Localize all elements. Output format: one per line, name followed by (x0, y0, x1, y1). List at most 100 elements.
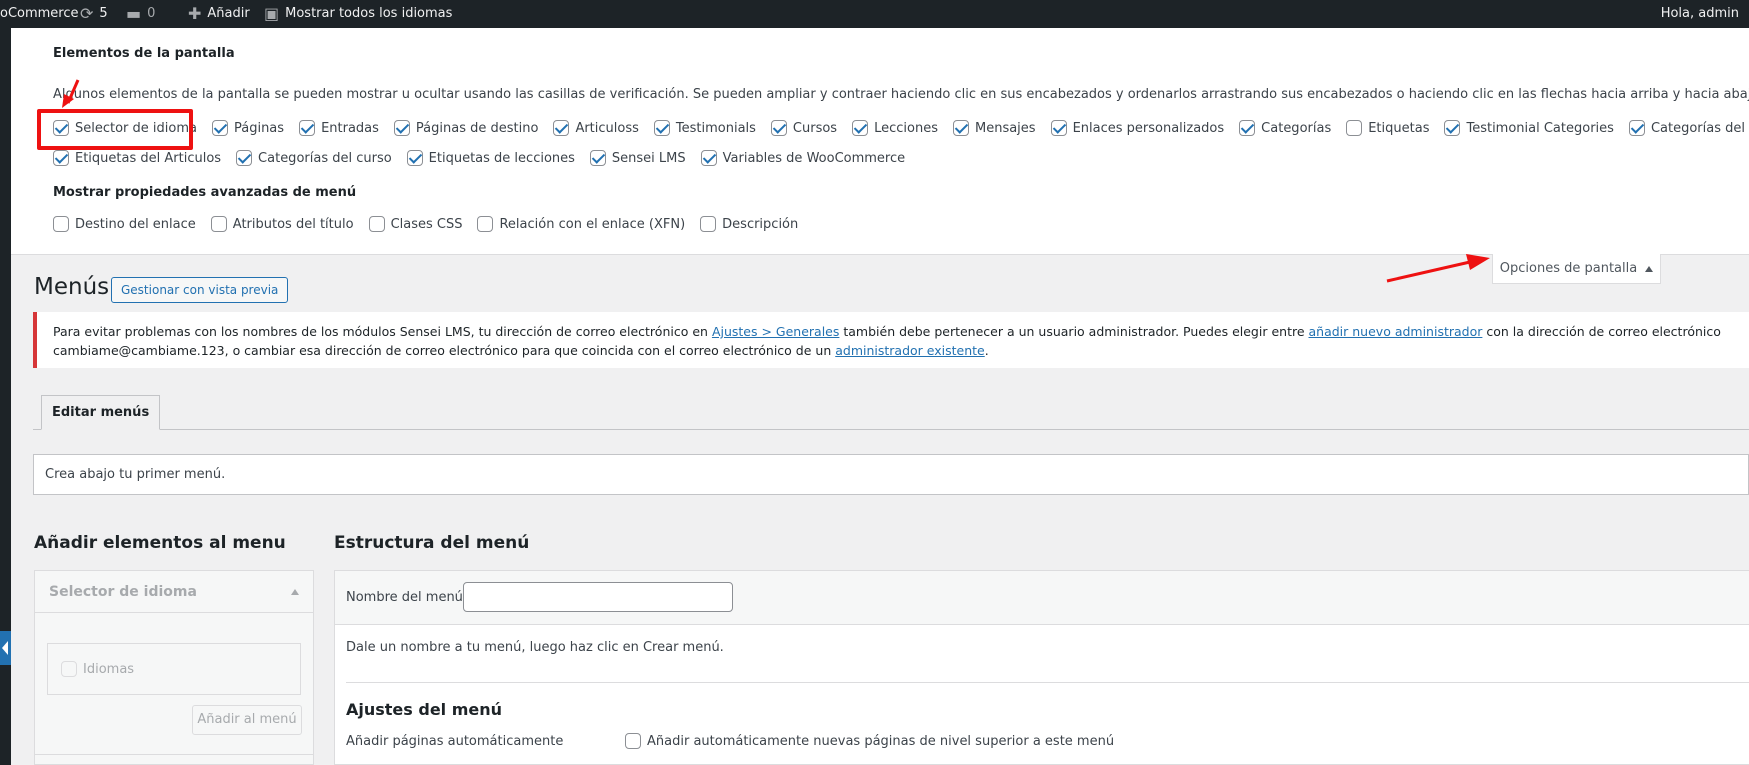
screen-option-etiquetas-del-articulos[interactable]: Etiquetas del Articulos (53, 150, 221, 166)
screen-option-clases-css[interactable]: Clases CSS (368, 216, 462, 232)
screen-option-selector-de-idioma[interactable]: Selector de idioma (53, 120, 197, 136)
manage-preview-button[interactable]: Gestionar con vista previa (111, 277, 289, 303)
menu-structure-panel: Nombre del menú Dale un nombre a tu menú… (334, 570, 1749, 765)
checkbox[interactable] (852, 120, 869, 136)
checkbox[interactable] (368, 216, 385, 232)
language-switcher-panel-header[interactable]: Selector de idioma (35, 571, 313, 613)
checkbox[interactable] (1050, 120, 1067, 136)
checkbox[interactable] (589, 150, 606, 166)
checkbox[interactable] (553, 120, 570, 136)
screen-elements-heading: Elementos de la pantalla (53, 46, 235, 61)
admin-bar-updates[interactable]: ⟳ 5 (80, 0, 108, 28)
checkbox-label: Selector de idioma (75, 120, 197, 136)
checkbox[interactable] (1628, 120, 1645, 136)
checkbox[interactable] (299, 120, 316, 136)
notice-text-3: con la dirección de correo electrónico (1482, 324, 1721, 339)
checkbox[interactable] (393, 120, 410, 136)
screen-option-testimonials[interactable]: Testimonials (653, 120, 756, 136)
screen-option-etiquetas-de-lecciones[interactable]: Etiquetas de lecciones (406, 150, 575, 166)
checkbox[interactable] (211, 120, 228, 136)
screen-option-mensajes[interactable]: Mensajes (952, 120, 1036, 136)
screen-option-paginas[interactable]: Páginas (211, 120, 285, 136)
admin-bar-comments[interactable]: ▬ 0 (126, 0, 155, 28)
checkbox[interactable] (653, 120, 670, 136)
screen-option-relacion-con-el-enlace-xfn[interactable]: Relación con el enlace (XFN) (477, 216, 685, 232)
checkbox[interactable] (952, 120, 969, 136)
comments-count: 0 (147, 6, 156, 21)
collapse-menu-icon[interactable] (0, 631, 11, 665)
admin-bar-account[interactable]: Hola, admin (1661, 0, 1739, 28)
auto-add-pages-option[interactable]: Añadir automáticamente nuevas páginas de… (625, 733, 1114, 749)
screen-options-toggle[interactable]: Opciones de pantalla (1492, 254, 1661, 284)
checkbox[interactable] (53, 120, 69, 136)
plus-icon: ✚ (188, 4, 202, 23)
screen-option-destino-del-enlace[interactable]: Destino del enlace (53, 216, 196, 232)
checkbox-label: Categorías del Articulos (1650, 120, 1749, 136)
checkbox-label: Páginas de destino (415, 120, 539, 136)
menu-name-input[interactable] (463, 582, 733, 612)
checkbox[interactable] (1239, 120, 1256, 136)
checkbox-label: Testimonials (675, 120, 756, 136)
notice-text-4: cambiame@cambiame.123, o cambiar esa dir… (53, 343, 836, 358)
screen-elements-row-2: Etiquetas del Articulos Categorías del cu… (53, 150, 920, 166)
notice-text-2: también debe pertenecer a un usuario adm… (839, 324, 1309, 339)
checkbox[interactable] (1346, 120, 1363, 136)
screen-option-categorias-del-curso[interactable]: Categorías del curso (236, 150, 392, 166)
screen-option-cursos[interactable]: Cursos (770, 120, 837, 136)
checkbox[interactable] (236, 150, 253, 166)
checkbox[interactable] (477, 216, 494, 232)
auto-add-pages-label: Añadir páginas automáticamente (346, 734, 564, 749)
admin-bar-add-new[interactable]: ✚ Añadir (188, 0, 250, 28)
caret-up-icon[interactable] (291, 589, 299, 595)
screen-option-paginas-de-destino[interactable]: Páginas de destino (393, 120, 539, 136)
screen-option-enlaces-personalizados[interactable]: Enlaces personalizados (1050, 120, 1224, 136)
screen-option-lecciones[interactable]: Lecciones (852, 120, 938, 136)
auto-add-pages-text: Añadir automáticamente nuevas páginas de… (647, 733, 1115, 749)
screen-option-sensei-lms[interactable]: Sensei LMS (589, 150, 686, 166)
notice-text-1: Para evitar problemas con los nombres de… (53, 324, 712, 339)
language-switcher-panel: Selector de idioma Idiomas Añadir al men… (34, 570, 314, 765)
panel-divider (35, 754, 313, 755)
checkbox[interactable] (53, 216, 69, 232)
auto-add-pages-checkbox[interactable] (625, 733, 641, 749)
checkbox-label: Páginas (233, 120, 285, 136)
checkbox-label: Atributos del título (232, 216, 354, 232)
advanced-properties-heading: Mostrar propiedades avanzadas de menú (53, 185, 357, 200)
checkbox[interactable] (700, 150, 717, 166)
checkbox[interactable] (210, 216, 227, 232)
screen-option-variables-de-woocommerce[interactable]: Variables de WooCommerce (700, 150, 905, 166)
tab-edit-menus[interactable]: Editar menús (41, 395, 161, 430)
add-to-menu-button[interactable]: Añadir al menú (192, 705, 302, 735)
greeting: Hola, admin (1660, 6, 1739, 21)
existing-admin-link[interactable]: administrador existente (835, 343, 985, 358)
screen-option-atributos-del-titulo[interactable]: Atributos del título (210, 216, 354, 232)
screen-option-articuloss[interactable]: Articuloss (553, 120, 639, 136)
screen-options-panel: Elementos de la pantalla Algunos element… (11, 28, 1749, 255)
checkbox[interactable] (770, 120, 787, 136)
checkbox-label: Articuloss (575, 120, 639, 136)
checkbox[interactable] (406, 150, 423, 166)
screen-option-entradas[interactable]: Entradas (299, 120, 379, 136)
translate-icon: ▣ (264, 4, 280, 23)
site-name: oCommerce (0, 6, 79, 21)
settings-general-link[interactable]: Ajustes > Generales (712, 324, 839, 339)
admin-bar: oCommerce ⟳ 5 ▬ 0 ✚ Añadir ▣ Mostrar tod… (0, 0, 1749, 28)
checkbox-label: Testimonial Categories (1466, 120, 1614, 136)
screen-option-etiquetas[interactable]: Etiquetas (1346, 120, 1429, 136)
languages-checkbox[interactable] (61, 661, 77, 677)
add-new-admin-link[interactable]: añadir nuevo administrador (1309, 324, 1483, 339)
checkbox[interactable] (1444, 120, 1461, 136)
checkbox-label: Categorías del curso (258, 150, 392, 166)
admin-bar-languages[interactable]: ▣ Mostrar todos los idiomas (264, 0, 452, 28)
admin-bar-site[interactable]: oCommerce (0, 0, 79, 28)
menu-name-bar: Nombre del menú (335, 571, 1749, 625)
add-new-label: Añadir (207, 6, 250, 21)
screen-option-categorias-del-articulos[interactable]: Categorías del Articulos (1628, 120, 1749, 136)
screen-option-descripcion[interactable]: Descripción (700, 216, 798, 232)
advanced-properties-row: Destino del enlace Atributos del título Cl… (53, 216, 813, 232)
checkbox-label: Descripción (722, 216, 799, 232)
screen-option-testimonial-categories[interactable]: Testimonial Categories (1444, 120, 1614, 136)
checkbox[interactable] (53, 150, 69, 166)
checkbox[interactable] (700, 216, 717, 232)
screen-option-categorias[interactable]: Categorías (1239, 120, 1331, 136)
